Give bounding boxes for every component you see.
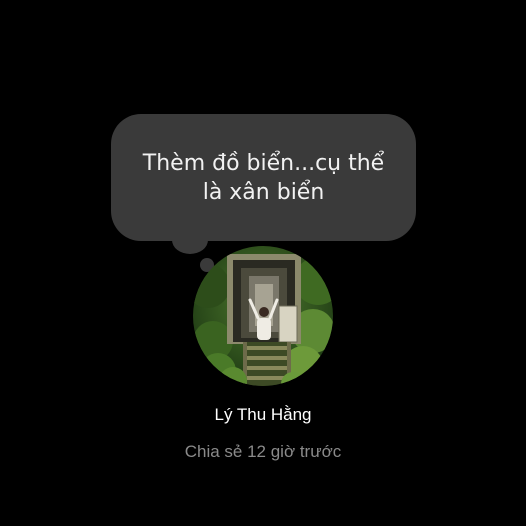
avatar-photo <box>193 246 333 386</box>
note-text: Thèm đồ biển...cụ thể là xân biển <box>142 150 385 205</box>
user-name[interactable]: Lý Thu Hằng <box>0 405 526 425</box>
note-bubble[interactable]: Thèm đồ biển...cụ thể là xân biển <box>111 114 416 241</box>
share-timestamp: Chia sẻ 12 giờ trước <box>184 442 342 461</box>
note-screen: Thèm đồ biển...cụ thể là xân biển Lý Thu… <box>0 0 526 526</box>
bubble-tail <box>172 232 208 254</box>
avatar[interactable] <box>193 246 333 386</box>
